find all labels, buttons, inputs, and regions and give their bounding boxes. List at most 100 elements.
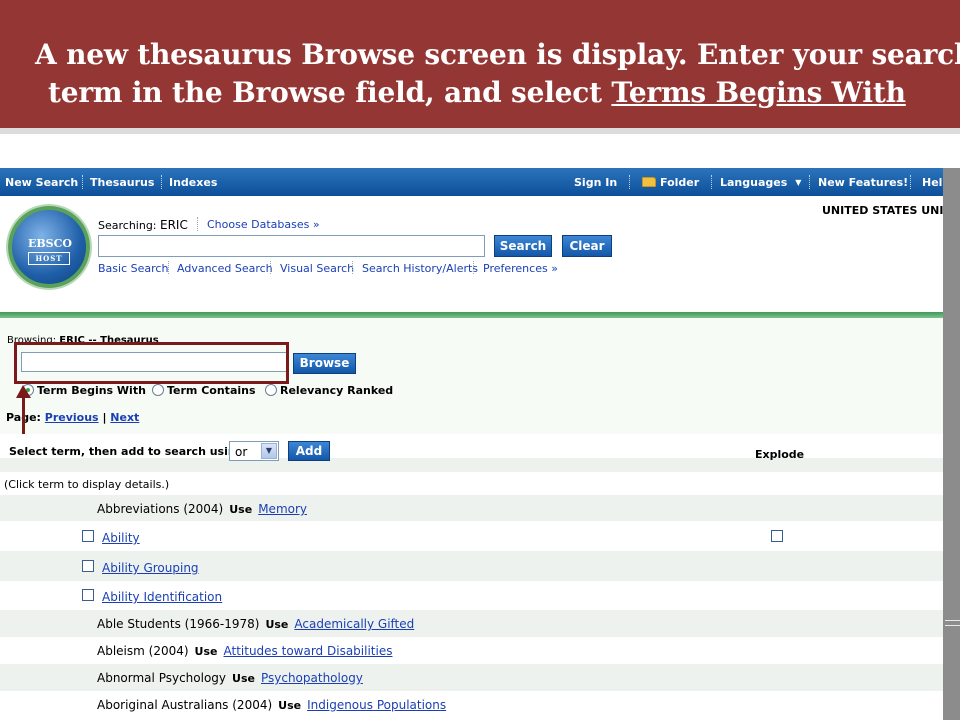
rail-notch (945, 620, 960, 626)
term-checkbox[interactable] (82, 530, 94, 542)
link-separator (270, 261, 271, 274)
ebsco-host-logo[interactable]: EBSCO HOST (8, 206, 90, 288)
slide-caption-banner: A new thesaurus Browse screen is display… (0, 0, 960, 128)
use-label: Use (229, 503, 253, 516)
click-term-note: (Click term to display details.) (4, 478, 170, 491)
searching-label: Searching: ERIC (98, 218, 188, 232)
term-checkbox[interactable] (82, 589, 94, 601)
logo-text-top: EBSCO (28, 237, 72, 250)
search-button[interactable]: Search (494, 235, 552, 257)
term-link[interactable]: Memory (258, 502, 307, 516)
nav-indexes[interactable]: Indexes (169, 176, 217, 189)
add-button[interactable]: Add (288, 441, 330, 461)
pagination: Page: Previous | Next (6, 411, 139, 424)
use-label: Use (194, 645, 218, 658)
term-text: Ableism (2004) (97, 644, 189, 658)
nav-separator (809, 175, 810, 189)
caption-line-2-lead: term in the Browse field, and select (48, 76, 612, 109)
search-input[interactable] (98, 235, 485, 257)
option-term-contains[interactable]: Term Contains (152, 384, 256, 397)
term-text: Aboriginal Australians (2004) (97, 698, 273, 712)
table-row: Abbreviations (2004) Use Memory (0, 495, 943, 521)
select-instruction: Select term, then add to search using: (9, 445, 248, 458)
searching-label-text: Searching: (98, 219, 157, 232)
basic-search-link[interactable]: Basic Search (98, 262, 168, 275)
nav-separator (82, 175, 83, 189)
radio-icon[interactable] (152, 384, 164, 396)
term-link[interactable]: Ability (102, 531, 140, 545)
table-row: Ability Identification (0, 581, 943, 610)
link-separator (473, 261, 474, 274)
browse-button[interactable]: Browse (293, 353, 356, 374)
boolean-operator-select[interactable]: or ▼ (229, 441, 279, 461)
nav-separator (711, 175, 712, 189)
nav-languages-label: Languages (720, 176, 788, 189)
table-row: Aboriginal Australians (2004) Use Indigeno… (0, 691, 943, 720)
ebsco-screenshot: New Search Thesaurus Indexes Sign In Fol… (0, 168, 943, 720)
link-separator (168, 261, 169, 274)
explode-checkbox[interactable] (771, 530, 783, 542)
term-checkbox[interactable] (82, 560, 94, 572)
term-text: Abbreviations (2004) (97, 502, 224, 516)
term-text: Abnormal Psychology (97, 671, 227, 685)
logo-text-bottom: HOST (28, 252, 70, 265)
nav-separator (629, 175, 630, 189)
next-link[interactable]: Next (110, 411, 139, 424)
search-history-link[interactable]: Search History/Alerts (362, 262, 478, 275)
nav-new-search[interactable]: New Search (5, 176, 78, 189)
annotation-highlight-box (14, 342, 289, 384)
option-label: Term Begins With (37, 384, 146, 397)
term-link[interactable]: Indigenous Populations (307, 698, 446, 712)
use-label: Use (265, 618, 289, 631)
use-label: Use (278, 699, 302, 712)
nav-sign-in[interactable]: Sign In (574, 176, 617, 189)
table-row: Ability Grouping (0, 551, 943, 581)
chevron-down-icon[interactable]: ▼ (261, 443, 277, 459)
table-row: Able Students (1966-1978) Use Academically… (0, 610, 943, 637)
option-term-begins-with[interactable]: Term Begins With (22, 384, 146, 397)
operator-value: or (235, 445, 248, 459)
term-link[interactable]: Ability Identification (102, 590, 222, 604)
table-row: Abnormal Psychology Use Psychopathology (0, 664, 943, 691)
database-name: ERIC (160, 218, 188, 232)
term-link[interactable]: Academically Gifted (294, 617, 414, 631)
choose-databases-link[interactable]: Choose Databases » (207, 218, 320, 231)
table-row: Ableism (2004) Use Attitudes toward Disabi… (0, 637, 943, 664)
term-link[interactable]: Ability Grouping (102, 561, 199, 575)
previous-link[interactable]: Previous (45, 411, 99, 424)
nav-separator (910, 175, 911, 189)
term-link[interactable]: Attitudes toward Disabilities (224, 644, 393, 658)
nav-folder[interactable]: Folder (642, 176, 699, 189)
nav-new-features[interactable]: New Features! (818, 176, 908, 189)
preferences-link[interactable]: Preferences » (483, 262, 558, 275)
nav-thesaurus[interactable]: Thesaurus (90, 176, 154, 189)
link-separator (352, 261, 353, 274)
caret-down-icon: ▼ (795, 178, 802, 187)
screenshot-side-rail (943, 168, 960, 720)
option-relevancy-ranked[interactable]: Relevancy Ranked (265, 384, 393, 397)
header-separator (197, 217, 198, 231)
radio-icon[interactable] (265, 384, 277, 396)
explode-column-header: Explode (755, 448, 805, 461)
nav-folder-label: Folder (660, 176, 700, 189)
caption-line-1: A new thesaurus Browse screen is display… (35, 38, 960, 71)
arrow-up-icon (16, 385, 31, 398)
caption-emphasis: Terms Begins With (611, 76, 906, 109)
use-label: Use (232, 672, 255, 685)
clear-button[interactable]: Clear (562, 235, 612, 257)
option-label: Term Contains (167, 384, 256, 397)
top-navigation-bar: New Search Thesaurus Indexes Sign In Fol… (0, 168, 943, 196)
nav-languages[interactable]: Languages ▼ (720, 176, 801, 189)
option-label: Relevancy Ranked (280, 384, 394, 397)
visual-search-link[interactable]: Visual Search (280, 262, 354, 275)
institution-name: UNITED STATES UNI (822, 204, 943, 217)
caption-line-2: term in the Browse field, and select Ter… (48, 76, 906, 109)
nav-separator (161, 175, 162, 189)
folder-icon (642, 177, 656, 187)
banner-divider (0, 128, 960, 134)
table-row: Ability (0, 521, 943, 551)
term-text: Able Students (1966-1978) (97, 617, 260, 631)
advanced-search-link[interactable]: Advanced Search (177, 262, 273, 275)
term-link[interactable]: Psychopathology (261, 671, 363, 685)
nav-help[interactable]: Help (922, 176, 943, 189)
